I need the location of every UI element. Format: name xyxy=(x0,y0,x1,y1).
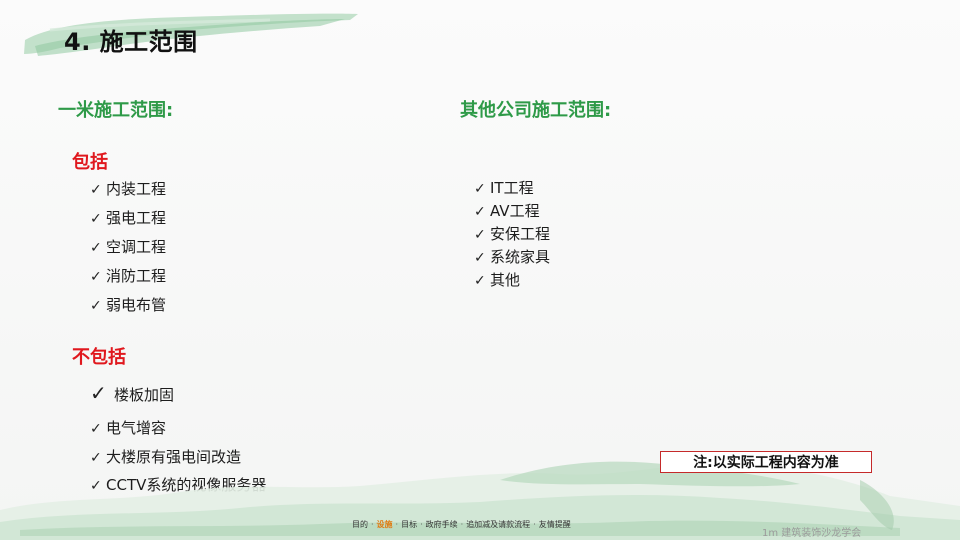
list-item: ✓ 内装工程 xyxy=(90,178,166,199)
note-box: 注:以实际工程内容为准 xyxy=(660,451,872,473)
list-item: ✓ 消防工程 xyxy=(90,265,166,286)
list-item-label: 消防工程 xyxy=(106,267,167,285)
list-item-label: 安保工程 xyxy=(490,225,551,243)
check-mark-icon: ✓ xyxy=(90,298,102,314)
include-label: 包括 xyxy=(72,152,108,173)
list-item: ✓ 电气增容 xyxy=(90,417,166,438)
list-item-label: 电气增容 xyxy=(106,419,167,437)
check-mark-icon: ✓ xyxy=(474,273,486,289)
check-mark-icon: ✓ xyxy=(90,211,102,227)
exclude-label: 不包括 xyxy=(72,347,126,368)
list-item-label: 强电工程 xyxy=(106,209,167,227)
list-item: ✓ IT工程 xyxy=(474,177,534,198)
footer-nav-item[interactable]: 友情提醒 xyxy=(539,520,571,529)
check-mark-icon: ✓ xyxy=(90,421,102,437)
check-mark-icon: ✓ xyxy=(90,182,102,198)
footer-nav-item[interactable]: 政府手续 xyxy=(426,520,458,529)
list-item-label: 内装工程 xyxy=(106,180,167,198)
check-mark-icon: ✓ xyxy=(90,240,102,256)
footer-nav-item[interactable]: 目的 xyxy=(352,520,368,529)
slide: 4. 施工范围 一米施工范围: 包括 ✓ 内装工程 ✓ 强电工程 ✓ 空调工程 ✓ 消防… xyxy=(0,0,960,540)
page-title: 4. 施工范围 xyxy=(64,28,198,56)
other-company-scope-heading: 其他公司施工范围: xyxy=(460,100,612,121)
footer-nav: 目的 · 设施 · 目标 · 政府手续 · 追加减及请款流程 · 友情提醒 xyxy=(352,520,571,529)
list-item: ✓ 安保工程 xyxy=(474,223,550,244)
list-item: ✓ 弱电布管 xyxy=(90,294,166,315)
footer-nav-item[interactable]: 目标 xyxy=(401,520,417,529)
footer-brand: 1m 建筑装饰沙龙学会 xyxy=(762,528,862,539)
check-mark-icon: ✓ xyxy=(90,381,107,405)
list-item-label: 其他 xyxy=(490,271,521,289)
list-item-label: 空调工程 xyxy=(106,238,167,256)
list-item: ✓ 楼板加固 xyxy=(90,381,174,405)
list-item: ✓ 空调工程 xyxy=(90,236,166,257)
list-item-label: 系统家具 xyxy=(490,248,551,266)
list-item: ✓ 强电工程 xyxy=(90,207,166,228)
footer-nav-item[interactable]: 追加减及请款流程 xyxy=(466,520,530,529)
check-mark-icon: ✓ xyxy=(474,204,486,220)
footer-nav-item-active[interactable]: 设施 xyxy=(377,520,393,529)
list-item: ✓ 系统家具 xyxy=(474,246,550,267)
yimi-scope-heading: 一米施工范围: xyxy=(58,100,174,121)
list-item-label: 弱电布管 xyxy=(106,296,167,314)
list-item: ✓ AV工程 xyxy=(474,200,540,221)
check-mark-icon: ✓ xyxy=(474,250,486,266)
list-item-label: IT工程 xyxy=(490,179,534,197)
check-mark-icon: ✓ xyxy=(474,181,486,197)
list-item: ✓ 其他 xyxy=(474,269,520,290)
list-item-label: 楼板加固 xyxy=(114,386,175,404)
list-item-label: AV工程 xyxy=(490,202,540,220)
check-mark-icon: ✓ xyxy=(90,269,102,285)
check-mark-icon: ✓ xyxy=(474,227,486,243)
